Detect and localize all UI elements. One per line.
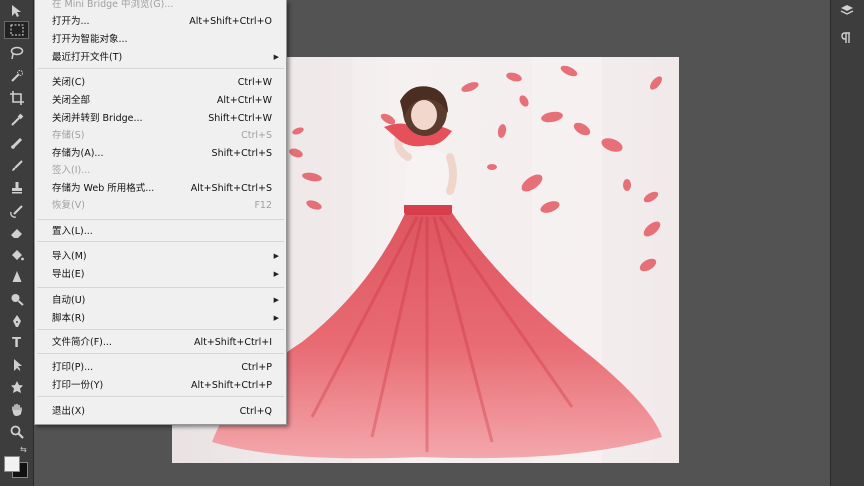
menu-item-label: 存储(S) bbox=[52, 130, 85, 141]
shape-tool-icon[interactable] bbox=[4, 378, 29, 396]
move-tool-icon[interactable] bbox=[4, 2, 29, 20]
panel-dock-strip bbox=[830, 0, 864, 486]
menu-item-browse-mini-bridge: 在 Mini Bridge 中浏览(G)... bbox=[35, 0, 286, 13]
menu-item-automate[interactable]: 自动(U) ▶ bbox=[35, 292, 286, 309]
menu-item-label: 最近打开文件(T) bbox=[52, 52, 123, 63]
menu-item-save: 存储(S) Ctrl+S bbox=[35, 127, 286, 144]
menu-item-label: 脚本(R) bbox=[52, 313, 86, 324]
menu-item-close[interactable]: 关闭(C) Ctrl+W bbox=[35, 74, 286, 91]
healing-brush-tool-icon[interactable] bbox=[4, 134, 29, 152]
menu-separator bbox=[37, 396, 284, 397]
menu-item-label: 存储为 Web 所用格式... bbox=[52, 183, 155, 194]
menu-item-shortcut: Ctrl+S bbox=[241, 130, 272, 141]
menu-item-label: 存储为(A)... bbox=[52, 148, 104, 159]
menu-item-shortcut: Ctrl+Q bbox=[239, 406, 272, 417]
layers-icon[interactable] bbox=[836, 0, 858, 20]
menu-item-shortcut: Alt+Shift+Ctrl+S bbox=[190, 183, 272, 194]
menu-item-label: 关闭全部 bbox=[52, 95, 91, 106]
menu-item-open-as[interactable]: 打开为... Alt+Shift+Ctrl+O bbox=[35, 13, 286, 30]
menu-item-shortcut: Shift+Ctrl+W bbox=[208, 113, 272, 124]
menu-item-label: 导出(E) bbox=[52, 269, 85, 280]
menu-item-label: 关闭(C) bbox=[52, 77, 86, 88]
menu-item-shortcut: Alt+Shift+Ctrl+O bbox=[189, 16, 272, 27]
menu-item-label: 打印(P)... bbox=[52, 362, 94, 373]
menu-item-label: 退出(X) bbox=[52, 406, 85, 417]
menu-item-label: 置入(L)... bbox=[52, 226, 93, 237]
menu-item-import[interactable]: 导入(M) ▶ bbox=[35, 248, 286, 265]
submenu-arrow-icon: ▶ bbox=[273, 296, 279, 304]
menu-separator bbox=[37, 241, 284, 242]
menu-separator bbox=[37, 287, 284, 288]
menu-item-revert: 恢复(V) F12 bbox=[35, 197, 286, 214]
menu-item-label: 打印一份(Y) bbox=[52, 380, 104, 391]
path-select-tool-icon[interactable] bbox=[4, 356, 29, 374]
menu-item-label: 在 Mini Bridge 中浏览(G)... bbox=[52, 0, 174, 10]
menu-item-place[interactable]: 置入(L)... bbox=[35, 223, 286, 240]
menu-item-check-in: 签入(I)... bbox=[35, 162, 286, 179]
marquee-tool-icon[interactable] bbox=[4, 21, 29, 39]
menu-item-open-as-smart-object[interactable]: 打开为智能对象... bbox=[35, 31, 286, 48]
file-menu-dropdown: 在 Mini Bridge 中浏览(G)... 打开为... Alt+Shift+C… bbox=[34, 0, 287, 425]
menu-item-scripts[interactable]: 脚本(R) ▶ bbox=[35, 310, 286, 327]
menu-item-label: 恢复(V) bbox=[52, 200, 85, 211]
menu-item-label: 文件简介(F)... bbox=[52, 337, 112, 348]
menu-item-label: 打开为智能对象... bbox=[52, 34, 128, 45]
menu-item-exit[interactable]: 退出(X) Ctrl+Q bbox=[35, 403, 286, 420]
menu-item-export[interactable]: 导出(E) ▶ bbox=[35, 266, 286, 283]
menu-item-print-one-copy[interactable]: 打印一份(Y) Alt+Shift+Ctrl+P bbox=[35, 377, 286, 394]
clone-stamp-tool-icon[interactable] bbox=[4, 179, 29, 197]
type-tool-icon[interactable]: T bbox=[4, 334, 29, 352]
lasso-tool-icon[interactable] bbox=[4, 44, 29, 62]
menu-item-save-for-web[interactable]: 存储为 Web 所用格式... Alt+Shift+Ctrl+S bbox=[35, 180, 286, 197]
menu-item-label: 自动(U) bbox=[52, 295, 86, 306]
submenu-arrow-icon: ▶ bbox=[273, 53, 279, 61]
eyedropper-tool-icon[interactable] bbox=[4, 111, 29, 129]
menu-item-label: 关闭并转到 Bridge... bbox=[52, 113, 143, 124]
hand-tool-icon[interactable] bbox=[4, 401, 29, 419]
dodge-tool-icon[interactable] bbox=[4, 290, 29, 308]
paint-bucket-tool-icon[interactable] bbox=[4, 246, 29, 264]
submenu-arrow-icon: ▶ bbox=[273, 314, 279, 322]
menu-item-shortcut: Ctrl+P bbox=[241, 362, 272, 373]
pen-tool-icon[interactable] bbox=[4, 312, 29, 330]
menu-item-shortcut: Shift+Ctrl+S bbox=[211, 148, 272, 159]
menu-item-shortcut: Alt+Shift+Ctrl+P bbox=[191, 380, 272, 391]
menu-item-label: 导入(M) bbox=[52, 251, 87, 262]
crop-tool-icon[interactable] bbox=[4, 89, 29, 107]
eraser-tool-icon[interactable] bbox=[4, 224, 29, 242]
menu-separator bbox=[37, 329, 284, 330]
menu-item-label: 签入(I)... bbox=[52, 165, 91, 176]
swap-colors-icon[interactable]: ⇆ bbox=[20, 445, 27, 454]
menu-item-shortcut: Alt+Ctrl+W bbox=[216, 95, 272, 106]
menu-item-open-recent[interactable]: 最近打开文件(T) ▶ bbox=[35, 49, 286, 66]
menu-item-label: 打开为... bbox=[52, 16, 90, 27]
menu-separator bbox=[37, 219, 284, 220]
menu-separator bbox=[37, 68, 284, 69]
submenu-arrow-icon: ▶ bbox=[273, 252, 279, 260]
history-brush-tool-icon[interactable] bbox=[4, 202, 29, 220]
blur-tool-icon[interactable] bbox=[4, 268, 29, 286]
menu-item-shortcut: F12 bbox=[254, 200, 272, 211]
menu-item-save-as[interactable]: 存储为(A)... Shift+Ctrl+S bbox=[35, 145, 286, 162]
paragraph-icon[interactable] bbox=[836, 28, 858, 48]
menu-item-shortcut: Ctrl+W bbox=[237, 77, 272, 88]
menu-item-file-info[interactable]: 文件简介(F)... Alt+Shift+Ctrl+I bbox=[35, 334, 286, 351]
zoom-tool-icon[interactable] bbox=[4, 423, 29, 441]
tools-panel: T ⇆ bbox=[0, 0, 34, 486]
quick-select-tool-icon[interactable] bbox=[4, 67, 29, 85]
submenu-arrow-icon: ▶ bbox=[273, 270, 279, 278]
menu-item-print[interactable]: 打印(P)... Ctrl+P bbox=[35, 359, 286, 376]
panel-dock bbox=[816, 0, 864, 486]
menu-separator bbox=[37, 353, 284, 354]
brush-tool-icon[interactable] bbox=[4, 157, 29, 175]
menu-item-close-all[interactable]: 关闭全部 Alt+Ctrl+W bbox=[35, 92, 286, 109]
foreground-color-swatch[interactable] bbox=[4, 456, 20, 472]
menu-item-close-and-go-to-bridge[interactable]: 关闭并转到 Bridge... Shift+Ctrl+W bbox=[35, 110, 286, 127]
menu-item-shortcut: Alt+Shift+Ctrl+I bbox=[193, 337, 272, 348]
